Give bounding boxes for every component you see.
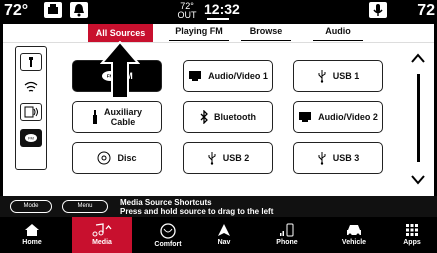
mode-button[interactable]: Mode — [10, 200, 52, 213]
source-usb-3[interactable]: USB 3 — [293, 142, 383, 174]
drag-hint-arrow-icon — [100, 41, 140, 99]
usb-icon — [318, 152, 326, 165]
tab-bar: All Sources Playing FM Browse Audio — [3, 24, 434, 43]
driver-temp[interactable]: 72° — [4, 2, 28, 20]
shortcut-fm[interactable]: FM — [20, 129, 42, 147]
disc-player-icon — [24, 106, 38, 118]
comfort-icon — [160, 223, 176, 239]
music-icon — [92, 223, 112, 237]
apps-grid-icon — [406, 224, 418, 236]
tab-browse[interactable]: Browse — [241, 26, 291, 36]
aux-plug-icon — [92, 110, 97, 124]
tab-audio[interactable]: Audio — [313, 26, 363, 36]
source-disc[interactable]: Disc — [72, 142, 162, 174]
shortcut-sidebar: FM — [15, 46, 47, 170]
nav-nav[interactable]: Nav — [204, 217, 244, 253]
nav-vehicle[interactable]: Vehicle — [328, 217, 380, 253]
tab-all-sources[interactable]: All Sources — [88, 24, 153, 42]
fm-icon: FM — [25, 134, 37, 142]
nav-arrow-icon — [218, 224, 230, 236]
source-audio-video-2[interactable]: Audio/Video 2 — [293, 101, 383, 133]
chevron-up-icon[interactable] — [410, 52, 426, 64]
nav-media[interactable]: Media — [72, 217, 132, 253]
status-bar: 72° 72° OUT 12:32 72 — [0, 0, 437, 24]
clock-underline — [207, 18, 229, 20]
message-title: Media Source Shortcuts — [120, 198, 212, 207]
message-body: Press and hold source to drag to the lef… — [120, 207, 274, 216]
shortcut-aux[interactable] — [20, 53, 42, 71]
home-icon — [25, 224, 39, 236]
bottom-nav: Home Media Comfort Nav Phone Vehicle App… — [0, 217, 437, 253]
usb-icon — [208, 152, 216, 165]
tab-underline — [313, 40, 363, 41]
satellite-radio-icon — [24, 81, 38, 92]
clock: 12:32 — [204, 1, 240, 17]
source-auxiliary-cable[interactable]: Auxiliary Cable — [72, 101, 162, 133]
notification-bell-icon[interactable] — [70, 2, 88, 18]
monitor-icon — [189, 71, 202, 81]
bluetooth-icon — [200, 110, 208, 124]
usb-icon — [318, 70, 326, 83]
car-icon — [347, 225, 361, 237]
seat-icon[interactable] — [44, 2, 62, 18]
microphone-icon[interactable] — [369, 2, 387, 18]
shortcut-disc[interactable] — [20, 103, 42, 121]
nav-home[interactable]: Home — [6, 217, 58, 253]
message-bar: Mode Menu Media Source Shortcuts Press a… — [0, 196, 437, 217]
outside-temp: 72° OUT — [177, 1, 197, 20]
scrollbar[interactable] — [417, 74, 420, 162]
phone-icon — [280, 223, 294, 237]
tab-underline — [169, 40, 229, 41]
shortcut-satellite[interactable] — [20, 79, 42, 97]
menu-button[interactable]: Menu — [62, 200, 108, 213]
source-usb-1[interactable]: USB 1 — [293, 60, 383, 92]
source-audio-video-1[interactable]: Audio/Video 1 — [183, 60, 273, 92]
svg-text:FM: FM — [28, 136, 34, 141]
nav-phone[interactable]: Phone — [262, 217, 312, 253]
source-bluetooth[interactable]: Bluetooth — [183, 101, 273, 133]
chevron-down-icon[interactable] — [410, 174, 426, 186]
nav-apps[interactable]: Apps — [390, 217, 434, 253]
nav-comfort[interactable]: Comfort — [140, 217, 196, 253]
media-screen: All Sources Playing FM Browse Audio FM F… — [3, 24, 434, 196]
tab-underline — [241, 40, 291, 41]
monitor-icon — [299, 112, 312, 122]
source-usb-2[interactable]: USB 2 — [183, 142, 273, 174]
tab-playing-fm[interactable]: Playing FM — [169, 26, 229, 36]
aux-plug-icon — [29, 57, 33, 67]
passenger-temp[interactable]: 72 — [417, 2, 435, 20]
disc-icon — [97, 151, 111, 165]
